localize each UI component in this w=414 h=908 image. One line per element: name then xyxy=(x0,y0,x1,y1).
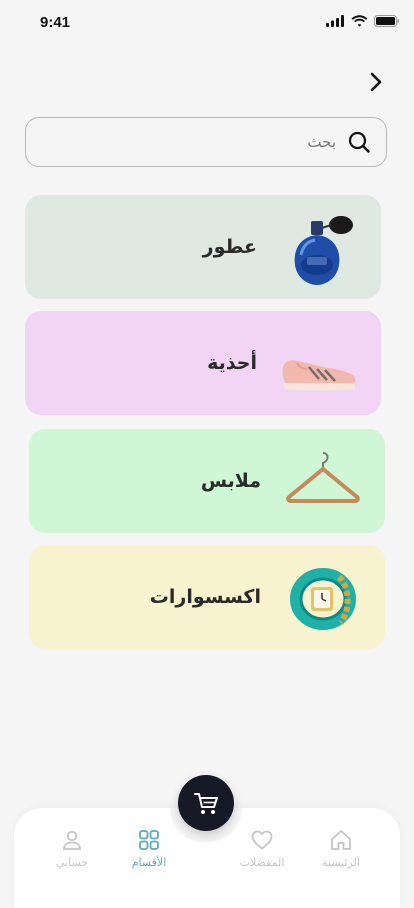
home-icon xyxy=(331,830,351,850)
wrist-watch-icon xyxy=(290,568,356,630)
cart-icon xyxy=(194,793,218,814)
category-card-accessories[interactable]: اكسسوارات xyxy=(29,545,385,649)
heart-icon xyxy=(251,830,273,850)
nav-item-account[interactable]: حسابي xyxy=(37,828,107,869)
category-label: أحذية xyxy=(207,352,257,374)
sneaker-icon xyxy=(282,360,355,391)
nav-item-home[interactable]: الرئيسية xyxy=(306,828,376,869)
status-icons xyxy=(326,15,400,27)
category-card-perfumes[interactable]: عطور xyxy=(25,195,381,299)
back-button[interactable] xyxy=(364,70,388,94)
status-time: 9:41 xyxy=(40,14,71,31)
user-icon xyxy=(63,830,81,850)
signal-icon xyxy=(326,15,344,27)
battery-icon xyxy=(374,15,399,27)
search-input[interactable] xyxy=(42,132,338,152)
category-card-shoes[interactable]: أحذية xyxy=(25,311,381,415)
perfume-bottle-icon xyxy=(294,216,353,285)
nav-label: حسابي xyxy=(55,856,89,869)
category-label: عطور xyxy=(202,236,257,258)
nav-item-categories[interactable]: الأقسام xyxy=(114,828,184,869)
cart-button[interactable] xyxy=(178,775,234,831)
nav-label: الرئيسية xyxy=(322,856,360,869)
category-label: اكسسوارات xyxy=(149,586,261,608)
search-bar[interactable] xyxy=(25,117,387,167)
chevron-right-icon xyxy=(370,72,382,92)
status-bar: 9:41 xyxy=(0,0,414,46)
clothes-hanger-icon xyxy=(286,452,360,503)
search-icon xyxy=(348,131,370,153)
nav-label: المفضلات xyxy=(239,856,285,869)
nav-item-favorites[interactable]: المفضلات xyxy=(227,828,297,869)
category-card-clothes[interactable]: ملابس xyxy=(29,429,385,533)
wifi-icon xyxy=(351,15,368,27)
category-label: ملابس xyxy=(200,470,261,492)
nav-label: الأقسام xyxy=(131,856,167,869)
grid-icon xyxy=(139,830,159,850)
